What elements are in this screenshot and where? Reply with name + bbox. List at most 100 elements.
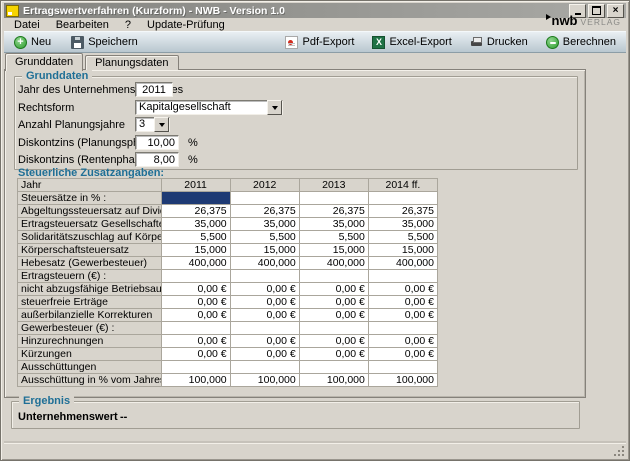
table-cell[interactable]: 0,00 € [161,283,230,296]
table-cell[interactable]: 35,000 [161,218,230,231]
table-cell[interactable]: 0,00 € [230,296,299,309]
table-row-label: Ertragsteuern (€) : [18,270,162,283]
table-cell[interactable]: 35,000 [368,218,437,231]
table-cell[interactable]: 400,000 [230,257,299,270]
table-cell[interactable]: 0,00 € [230,335,299,348]
table-cell[interactable]: 15,000 [230,244,299,257]
table-cell[interactable]: 26,375 [299,205,368,218]
table-row: Kürzungen0,00 €0,00 €0,00 €0,00 € [18,348,438,361]
table-row: außerbilanzielle Korrekturen0,00 €0,00 €… [18,309,438,322]
table-row: Hinzurechnungen0,00 €0,00 €0,00 €0,00 € [18,335,438,348]
table-cell-selected[interactable] [161,192,230,205]
table-cell[interactable]: 35,000 [230,218,299,231]
diskontzins-rentenphase-label: Diskontzins (Rentenphase) [18,154,150,166]
table-cell[interactable]: 5,500 [230,231,299,244]
table-cell[interactable] [299,270,368,283]
table-row-label: Abgeltungssteuersatz auf Dividenden [18,205,162,218]
table-cell[interactable] [368,270,437,283]
table-cell[interactable] [368,192,437,205]
table-cell[interactable]: 400,000 [299,257,368,270]
table-row-label: Hinzurechnungen [18,335,162,348]
tab-grunddaten[interactable]: Grunddaten [5,53,83,71]
table-cell[interactable] [299,192,368,205]
table-cell[interactable]: 5,500 [368,231,437,244]
print-button[interactable]: Drucken [466,35,532,50]
table-cell[interactable]: 0,00 € [299,296,368,309]
table-cell[interactable]: 0,00 € [230,309,299,322]
table-cell[interactable]: 0,00 € [368,309,437,322]
table-cell[interactable]: 100,000 [368,374,437,387]
tab-planungsdaten[interactable]: Planungsdaten [85,55,178,70]
new-button-label: Neu [31,36,51,48]
table-cell[interactable]: 5,500 [299,231,368,244]
table-cell[interactable] [299,322,368,335]
table-cell[interactable]: 100,000 [230,374,299,387]
table-cell[interactable]: 0,00 € [230,283,299,296]
resize-grip-icon[interactable] [614,446,624,456]
print-button-label: Drucken [487,36,528,48]
table-cell[interactable]: 0,00 € [161,348,230,361]
table-cell[interactable]: 0,00 € [161,296,230,309]
table-cell[interactable] [161,270,230,283]
pdf-export-button[interactable]: Pdf-Export [281,35,358,50]
table-row: steuerfreie Erträge0,00 €0,00 €0,00 €0,0… [18,296,438,309]
table-cell[interactable]: 15,000 [368,244,437,257]
table-cell[interactable]: 26,375 [230,205,299,218]
excel-export-button[interactable]: Excel-Export [368,35,455,50]
table-cell[interactable]: 0,00 € [368,335,437,348]
table-cell[interactable] [299,361,368,374]
table-cell[interactable]: 400,000 [368,257,437,270]
table-cell[interactable]: 5,500 [161,231,230,244]
ergebnis-group-title: Ergebnis [19,395,74,407]
unternehmenswert-value: -- [120,411,127,423]
table-cell[interactable]: 100,000 [299,374,368,387]
table-cell[interactable]: 0,00 € [161,335,230,348]
table-cell[interactable] [368,361,437,374]
table-cell[interactable]: 0,00 € [368,348,437,361]
table-cell[interactable]: 400,000 [161,257,230,270]
table-cell[interactable]: 0,00 € [299,335,368,348]
table-row: Gewerbesteuer (€) : [18,322,438,335]
table-cell[interactable]: 0,00 € [230,348,299,361]
table-cell[interactable]: 26,375 [368,205,437,218]
title-bar: Ertragswertverfahren (Kurzform) - NWB - … [4,3,626,18]
anzahl-planungsjahre-select[interactable]: 3 [135,117,170,132]
table-row: Körperschaftsteuersatz15,00015,00015,000… [18,244,438,257]
table-cell[interactable]: 0,00 € [299,283,368,296]
table-cell[interactable] [161,361,230,374]
table-row-label: Steuersätze in % : [18,192,162,205]
table-cell[interactable]: 26,375 [161,205,230,218]
table-cell[interactable]: 0,00 € [161,309,230,322]
new-button[interactable]: Neu [10,35,55,50]
diskontzins-planungsphase-input[interactable] [135,135,179,150]
table-cell[interactable] [368,322,437,335]
table-cell[interactable] [161,322,230,335]
calculate-button[interactable]: Berechnen [542,35,620,50]
printer-icon [470,36,483,49]
table-row-label: Ausschüttungen [18,361,162,374]
table-cell[interactable] [230,361,299,374]
jahr-verkauf-input[interactable] [135,82,173,97]
table-cell[interactable]: 15,000 [299,244,368,257]
table-cell[interactable] [230,322,299,335]
rechtsform-select[interactable]: Kapitalgesellschaft [135,100,283,115]
table-row-label: Körperschaftsteuersatz [18,244,162,257]
table-cell[interactable] [230,192,299,205]
table-cell[interactable]: 0,00 € [299,309,368,322]
chevron-down-icon[interactable] [154,117,169,132]
table-cell[interactable]: 0,00 € [299,348,368,361]
table-cell[interactable] [230,270,299,283]
new-icon [14,36,27,49]
diskontzins-rentenphase-input[interactable] [135,152,179,167]
table-row-label: Solidaritätszuschlag auf Körperschaftste… [18,231,162,244]
excel-export-label: Excel-Export [389,36,451,48]
anzahl-planungsjahre-value: 3 [136,118,154,131]
save-button[interactable]: Speichern [67,35,142,50]
table-row-label: steuerfreie Erträge [18,296,162,309]
chevron-down-icon[interactable] [267,100,282,115]
table-cell[interactable]: 0,00 € [368,296,437,309]
table-cell[interactable]: 15,000 [161,244,230,257]
table-cell[interactable]: 0,00 € [368,283,437,296]
table-cell[interactable]: 35,000 [299,218,368,231]
table-cell[interactable]: 100,000 [161,374,230,387]
